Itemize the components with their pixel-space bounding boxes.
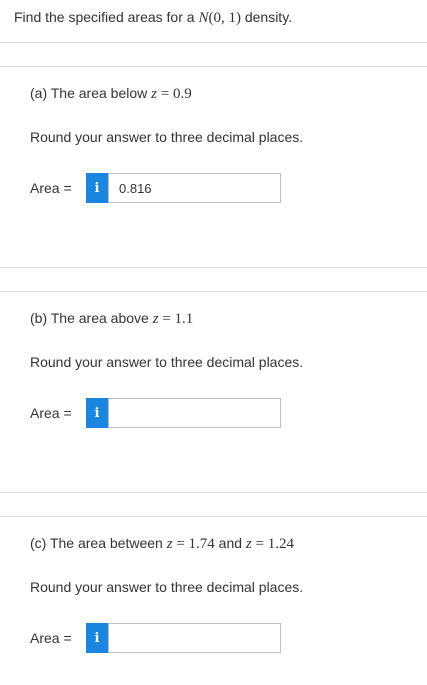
- question-b-text: (b) The area above: [30, 310, 153, 326]
- problem-intro: Find the specified areas for a N(0, 1) d…: [14, 9, 292, 27]
- question-c-area-label: Area =: [30, 630, 72, 646]
- z-value: = 0.9: [156, 86, 192, 102]
- divider: [0, 267, 427, 268]
- divider: [0, 291, 427, 292]
- intro-text-before: Find the specified areas for a: [14, 9, 199, 25]
- info-icon[interactable]: i: [86, 623, 108, 653]
- question-b-answer-input[interactable]: [108, 398, 281, 428]
- question-c-between-text: and: [214, 535, 246, 551]
- question-b-prompt: (b) The area above z = 1.1: [30, 310, 193, 328]
- distribution-notation: N(0, 1): [198, 10, 241, 26]
- question-c-text: (c) The area between: [30, 535, 167, 551]
- z-value: = 1.74: [172, 536, 215, 552]
- question-a-math: z = 0.9: [151, 86, 192, 102]
- question-c-math-lower: z = 1.74: [167, 536, 215, 552]
- question-a-text: (a) The area below: [30, 85, 152, 101]
- info-icon[interactable]: i: [86, 398, 108, 428]
- distribution-symbol: N: [198, 10, 209, 26]
- divider: [0, 492, 427, 493]
- question-c-math-upper: z = 1.24: [246, 536, 294, 552]
- question-b-math: z = 1.1: [153, 311, 194, 327]
- question-a-prompt: (a) The area below z = 0.9: [30, 85, 192, 103]
- divider: [0, 66, 427, 67]
- question-b-area-label: Area =: [30, 405, 72, 421]
- question-b-rounding-instruction: Round your answer to three decimal place…: [30, 354, 304, 370]
- question-a-rounding-instruction: Round your answer to three decimal place…: [30, 129, 304, 145]
- divider: [0, 516, 427, 517]
- z-value: = 1.1: [158, 311, 194, 327]
- z-value: = 1.24: [251, 536, 294, 552]
- distribution-args: (0, 1): [208, 10, 241, 26]
- question-a-answer-input[interactable]: [108, 173, 281, 203]
- divider: [0, 42, 427, 43]
- question-a-area-label: Area =: [30, 180, 72, 196]
- question-c-answer-input[interactable]: [108, 623, 281, 653]
- question-c-prompt: (c) The area between z = 1.74 and z = 1.…: [30, 535, 294, 553]
- intro-text-after: density.: [240, 9, 293, 25]
- question-c-rounding-instruction: Round your answer to three decimal place…: [30, 579, 304, 595]
- info-icon[interactable]: i: [86, 173, 108, 203]
